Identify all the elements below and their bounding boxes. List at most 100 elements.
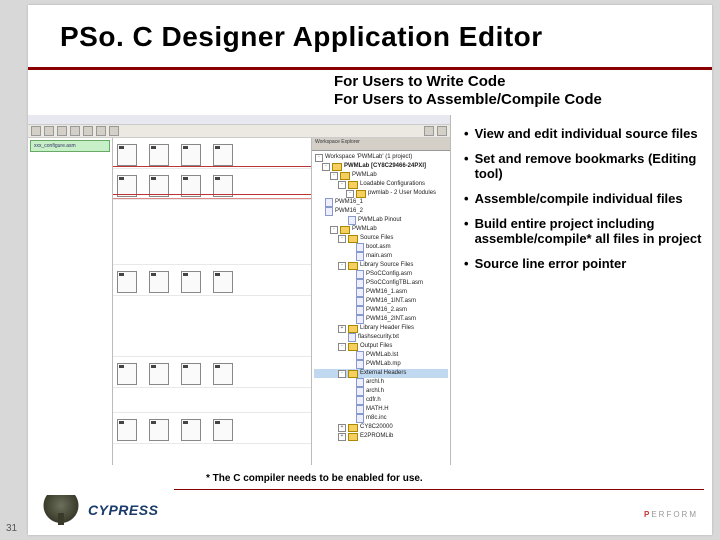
source-tab[interactable]: xxx_configure.asm	[30, 140, 110, 152]
tree-node[interactable]: PWM16_1INT.asm	[314, 297, 448, 306]
module-block[interactable]	[149, 419, 169, 441]
tree-label: PWMLab Pinout	[358, 216, 401, 225]
expand-icon[interactable]: +	[338, 424, 346, 432]
module-block[interactable]	[213, 144, 233, 166]
expand-icon[interactable]: -	[330, 226, 338, 234]
expand-icon[interactable]: -	[338, 262, 346, 270]
file-icon	[325, 198, 333, 207]
expand-icon[interactable]: -	[322, 163, 330, 171]
toolbar-button[interactable]	[57, 126, 67, 136]
tree-node[interactable]: -Output Files	[314, 342, 448, 351]
tree-node[interactable]: PWM16_1.asm	[314, 288, 448, 297]
module-row	[113, 357, 311, 388]
toolbar-button[interactable]	[424, 126, 434, 136]
expand-icon[interactable]: -	[338, 343, 346, 351]
file-icon	[348, 333, 356, 342]
folder-icon	[348, 235, 358, 243]
module-block[interactable]	[117, 271, 137, 293]
folder-icon	[348, 262, 358, 270]
toolbar-button[interactable]	[70, 126, 80, 136]
menubar	[28, 115, 450, 125]
expand-icon[interactable]: -	[338, 235, 346, 243]
tree-node[interactable]: m8c.inc	[314, 414, 448, 423]
tree-project-root[interactable]: - Workspace 'PWMLab' (1 project)	[314, 153, 448, 162]
tree-node[interactable]: PWM16_2INT.asm	[314, 315, 448, 324]
expand-icon[interactable]: -	[338, 370, 346, 378]
expand-icon[interactable]: +	[338, 325, 346, 333]
folder-icon	[348, 424, 358, 432]
expand-icon[interactable]: -	[346, 190, 354, 198]
file-icon	[356, 378, 364, 387]
tree-node[interactable]: -pwmlab - 2 User Modules	[314, 189, 448, 198]
tree-node[interactable]: main.asm	[314, 252, 448, 261]
tree-node[interactable]: MATH.H	[314, 405, 448, 414]
tree-node[interactable]: PWM16_1	[314, 198, 448, 207]
module-block[interactable]	[213, 271, 233, 293]
bullet-item: •Source line error pointer	[464, 257, 702, 272]
module-block[interactable]	[117, 363, 137, 385]
module-block[interactable]	[213, 363, 233, 385]
tree-label: archl.h	[366, 378, 384, 387]
file-icon	[356, 306, 364, 315]
app-screenshot: xxx_configure.asm	[28, 115, 451, 465]
page-number: 31	[6, 523, 17, 534]
module-block[interactable]	[117, 419, 137, 441]
expand-icon[interactable]: -	[315, 154, 323, 162]
tree-node[interactable]: archl.h	[314, 378, 448, 387]
slide-title: PSo. C Designer Application Editor	[60, 21, 543, 53]
module-block[interactable]	[117, 144, 137, 166]
tree-node[interactable]: PWMLab.lst	[314, 351, 448, 360]
tree-node[interactable]: PWMLab.mp	[314, 360, 448, 369]
module-block[interactable]	[181, 144, 201, 166]
toolbar-button[interactable]	[31, 126, 41, 136]
tree-node[interactable]: archl.h	[314, 387, 448, 396]
tree-node[interactable]: -External Headers	[314, 369, 448, 378]
toolbar-button[interactable]	[83, 126, 93, 136]
tree-node[interactable]: -Loadable Configurations	[314, 180, 448, 189]
file-icon	[356, 405, 364, 414]
tree-node[interactable]: +Library Header Files	[314, 324, 448, 333]
tree-node[interactable]: flashsecurity.txt	[314, 333, 448, 342]
tree-node[interactable]: PWM16_2	[314, 207, 448, 216]
module-block[interactable]	[181, 363, 201, 385]
tree-node[interactable]: PWM16_2.asm	[314, 306, 448, 315]
tree-node[interactable]: -Library Source Files	[314, 261, 448, 270]
tree-node[interactable]: - Source Files	[314, 234, 448, 243]
toolbar-button[interactable]	[437, 126, 447, 136]
tree-node[interactable]: +CY8C20000	[314, 423, 448, 432]
tree-node[interactable]: PWMLab Pinout	[314, 216, 448, 225]
tree-node[interactable]: PSoCConfigTBL.asm	[314, 279, 448, 288]
tree-label: Source Files	[360, 234, 393, 243]
tree-project[interactable]: - PWMLab [CY8C29466-24PXI]	[314, 162, 448, 171]
file-icon	[356, 396, 364, 405]
module-row	[113, 138, 311, 169]
bullet-dot: •	[464, 217, 469, 247]
tree-node[interactable]: PSoCConfig.asm	[314, 270, 448, 279]
tree-node[interactable]: boot.asm	[314, 243, 448, 252]
expand-icon[interactable]: -	[338, 181, 346, 189]
module-block[interactable]	[149, 363, 169, 385]
folder-icon	[348, 370, 358, 378]
tree-label: PWMLab.mp	[366, 360, 401, 369]
expand-icon[interactable]: +	[338, 433, 346, 441]
toolbar-button[interactable]	[44, 126, 54, 136]
toolbar-button[interactable]	[109, 126, 119, 136]
module-block[interactable]	[181, 271, 201, 293]
tree-node[interactable]: +E2PROMLib	[314, 432, 448, 441]
tree-node[interactable]: cdfr.h	[314, 396, 448, 405]
module-block[interactable]	[181, 419, 201, 441]
bullet-dot: •	[464, 127, 469, 142]
tree-icon	[40, 495, 82, 525]
module-block[interactable]	[149, 144, 169, 166]
tree-node[interactable]: -PWMLab	[314, 225, 448, 234]
folder-icon	[340, 172, 350, 180]
toolbar-button[interactable]	[96, 126, 106, 136]
module-block[interactable]	[213, 419, 233, 441]
file-icon	[356, 243, 364, 252]
expand-icon[interactable]: -	[330, 172, 338, 180]
module-block[interactable]	[149, 271, 169, 293]
wire-line	[113, 166, 311, 167]
tree-label: PSoCConfigTBL.asm	[366, 279, 423, 288]
tree-node[interactable]: -PWMLab	[314, 171, 448, 180]
design-canvas	[113, 138, 312, 465]
